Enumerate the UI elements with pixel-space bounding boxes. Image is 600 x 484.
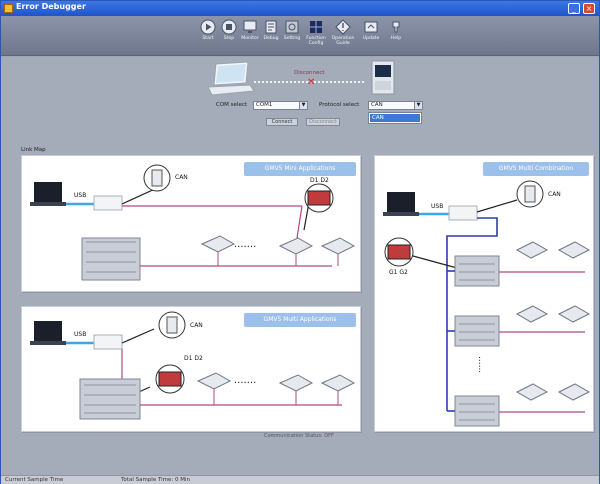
grid-icon (310, 21, 322, 33)
laptop-icon (30, 321, 66, 345)
indoor-unit-icon (515, 383, 549, 401)
connection-status-panel: Disconnect ✕ (206, 59, 406, 97)
outdoor-unit-icon (371, 60, 395, 95)
callout-line (476, 199, 518, 213)
can-port-icon (166, 316, 178, 334)
ellipsis: ....... (234, 375, 256, 386)
toolbar-setting-button[interactable]: Setting (280, 19, 304, 55)
help-icon (392, 21, 400, 33)
can-label: CAN (548, 191, 561, 198)
status-bar: Current Sample Time Total Sample Time: 0… (1, 475, 599, 484)
disconnect-button[interactable]: Disconnect (306, 118, 340, 126)
toolbar-label: Setting (283, 36, 301, 41)
ellipsis: ...... (476, 356, 486, 373)
indoor-unit-icon (515, 241, 549, 259)
toolbar-operation-guide-button[interactable]: Operation Guide (331, 19, 355, 55)
guide-icon (335, 19, 351, 35)
indoor-unit-icon (200, 235, 236, 253)
wiring-diagram: ...... (383, 180, 591, 427)
card-mini-applications: GMV5 Mini Applications ....... USB CAN D… (21, 155, 361, 292)
app-window: Error Debugger _ × Start Stop Monitor De… (0, 0, 600, 484)
terminal-icon (158, 371, 182, 387)
indoor-unit-icon (278, 374, 314, 392)
callout-line (412, 255, 458, 269)
can-port-icon (151, 169, 163, 187)
gear-icon (285, 20, 299, 34)
debug-icon (265, 20, 277, 34)
outdoor-unit-icon (454, 255, 500, 287)
wire-bus (296, 205, 303, 239)
current-sample-time: Current Sample Time (5, 477, 64, 483)
communication-status-note: Communication Status: OFF (264, 433, 334, 439)
converter-icon (93, 195, 123, 211)
total-sample-time: Total Sample Time: 0 Min (121, 477, 191, 483)
indoor-unit-icon (515, 305, 549, 323)
com-select[interactable]: COM1 ▼ (253, 101, 308, 110)
port-label: G1 G2 (389, 269, 408, 276)
card-multi-combination: GMV5 Multi Combination ...... USB CAN G1… (374, 155, 594, 432)
monitor-icon (243, 20, 257, 33)
disconnected-icon: ✕ (307, 77, 316, 88)
callout-line (121, 328, 155, 344)
can-label: CAN (175, 174, 188, 181)
connection-status: Disconnect (294, 70, 325, 76)
app-icon (4, 4, 13, 13)
minimize-button[interactable]: _ (568, 3, 580, 14)
card-multi-applications: GMV5 Multi Applications ....... USB CAN … (21, 306, 361, 432)
terminal-icon (307, 190, 331, 206)
toolbar-label: Help (390, 36, 402, 41)
indoor-unit-icon (196, 372, 232, 390)
title-bar: Error Debugger _ × (1, 1, 599, 16)
toolbar-function-config-button[interactable]: Function Config (304, 19, 328, 55)
port-label: D1 D2 (184, 355, 203, 362)
protocol-select[interactable]: CAN ▼ (368, 101, 423, 110)
port-label: D1 D2 (310, 177, 329, 184)
toolbar: Start Stop Monitor Debug Setting Functio… (1, 16, 599, 56)
indoor-unit-icon (320, 237, 356, 255)
chevron-down-icon: ▼ (299, 102, 307, 109)
converter-icon (448, 205, 478, 221)
outdoor-unit-icon (454, 315, 500, 347)
laptop-icon (383, 192, 419, 216)
protocol-select-value: CAN (371, 102, 383, 108)
outdoor-unit-icon (79, 378, 141, 420)
close-button[interactable]: × (583, 3, 595, 14)
toolbar-label: Update (362, 36, 380, 41)
connect-button[interactable]: Connect (266, 118, 298, 126)
protocol-dropdown-list: CAN (368, 112, 422, 124)
can-port-icon (524, 185, 536, 203)
link-map-label: Link Map (21, 147, 46, 153)
laptop-icon (30, 182, 66, 206)
update-icon (364, 21, 378, 33)
usb-label: USB (431, 203, 444, 210)
indoor-unit-icon (278, 237, 314, 255)
toolbar-label: Function Config (306, 36, 326, 47)
play-icon (200, 19, 216, 35)
terminal-icon (387, 244, 411, 260)
usb-label: USB (74, 192, 87, 199)
protocol-option-can[interactable]: CAN (370, 114, 420, 122)
usb-label: USB (74, 331, 87, 338)
stop-icon (221, 19, 237, 35)
toolbar-help-button[interactable]: Help (384, 19, 408, 55)
outdoor-unit-icon (454, 395, 500, 427)
outdoor-unit-icon (81, 237, 141, 281)
laptop-icon (207, 61, 255, 96)
chevron-down-icon: ▼ (414, 102, 422, 109)
can-label: CAN (190, 322, 203, 329)
com-select-label: COM select (216, 102, 248, 108)
indoor-unit-icon (557, 305, 591, 323)
protocol-select-label: Protocol select (319, 102, 360, 108)
toolbar-label: Operation Guide (331, 36, 355, 47)
indoor-unit-icon (557, 241, 591, 259)
converter-icon (93, 334, 123, 350)
window-title: Error Debugger (16, 2, 86, 11)
ellipsis: ....... (234, 239, 256, 250)
com-select-value: COM1 (256, 102, 273, 108)
indoor-unit-icon (557, 383, 591, 401)
indoor-unit-icon (320, 374, 356, 392)
wire-bus (446, 217, 498, 411)
toolbar-update-button[interactable]: Update (359, 19, 383, 55)
